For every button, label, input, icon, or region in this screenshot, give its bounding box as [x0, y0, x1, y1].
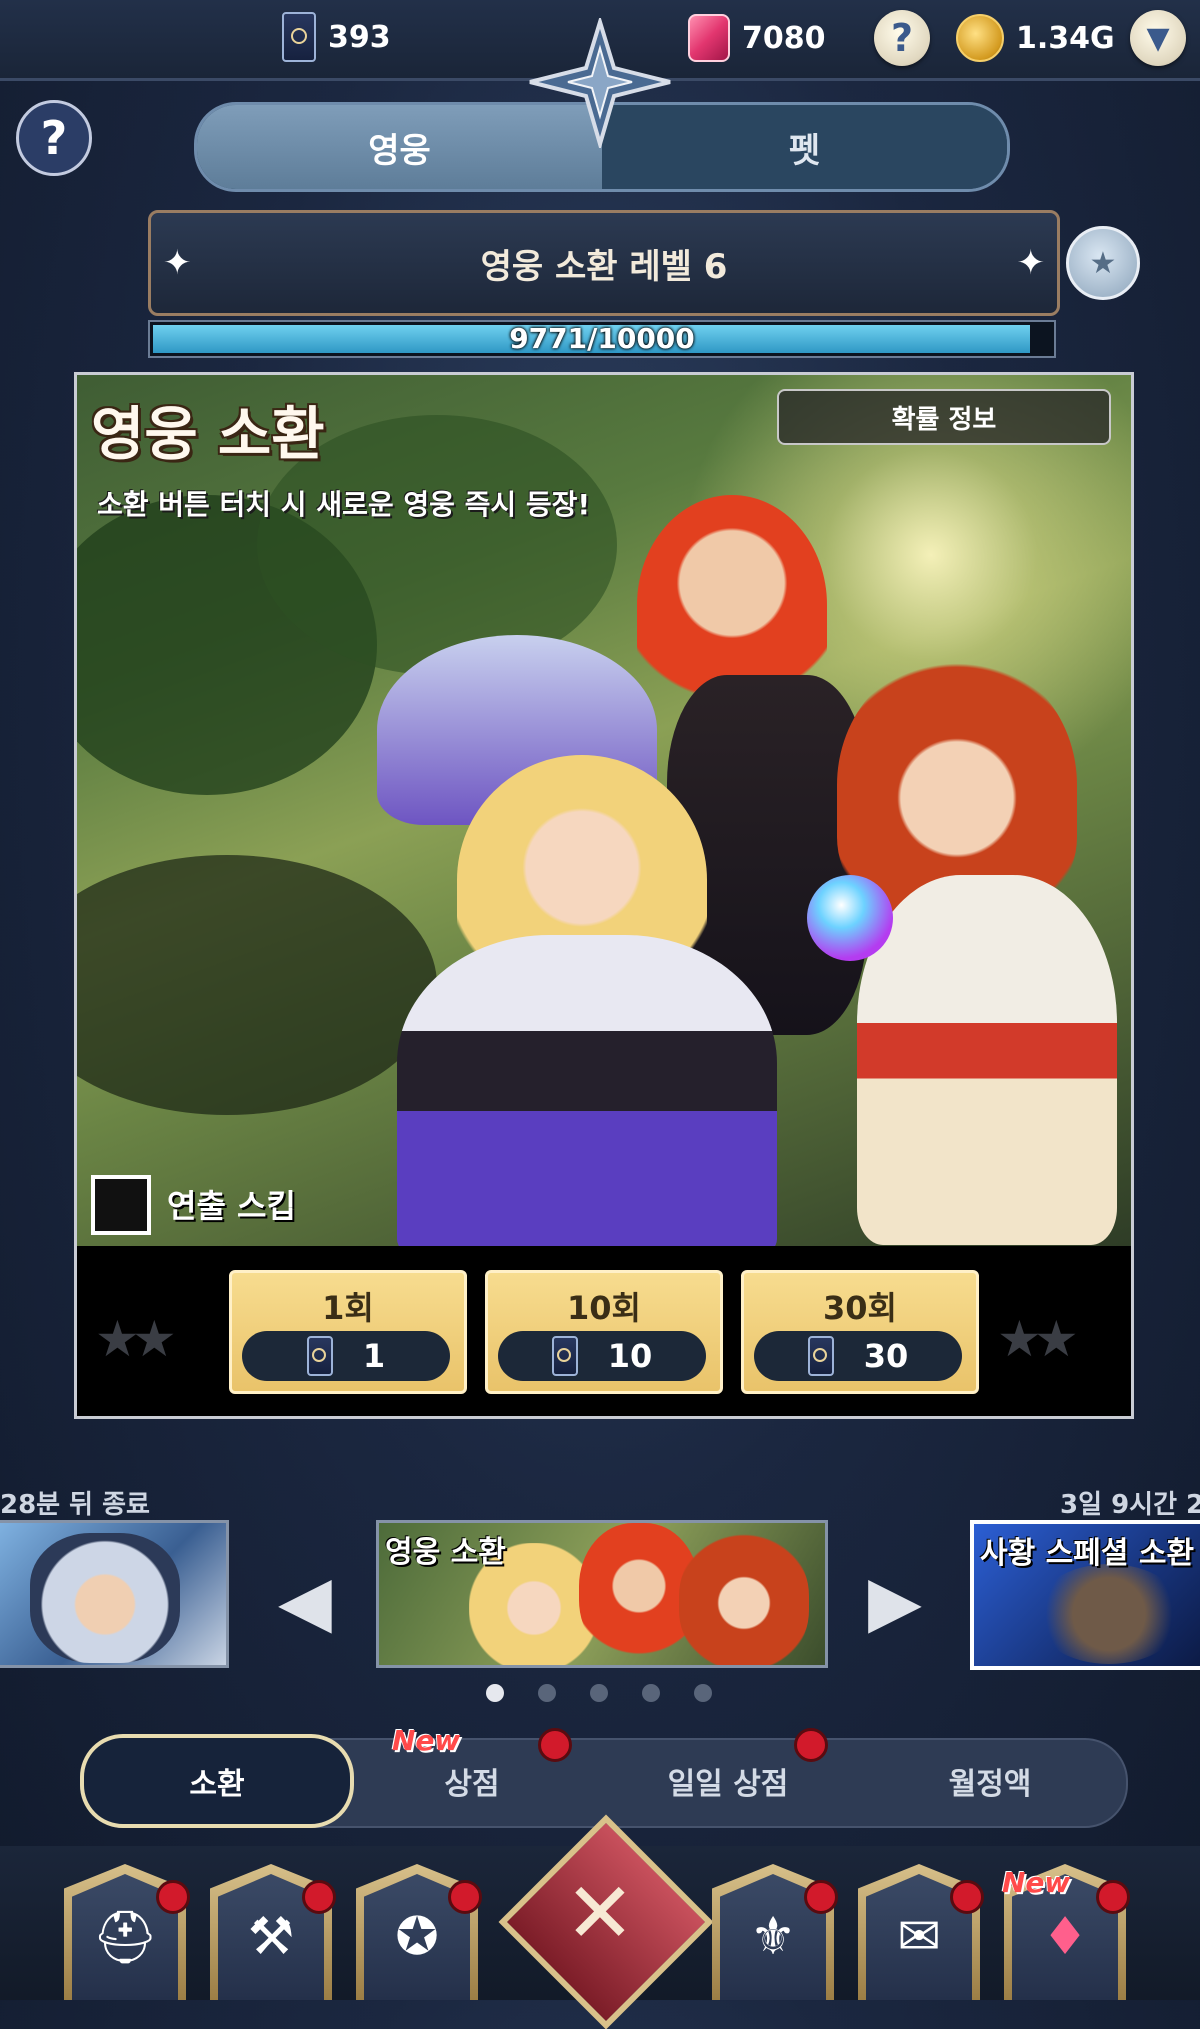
new-badge: New — [392, 1724, 461, 1757]
banner-thumb-center[interactable]: 영웅 소환 — [376, 1520, 828, 1668]
summon-level-title: 영웅 소환 레벨 6 — [480, 246, 728, 287]
nav-tab-monthly[interactable]: 월정액 — [858, 1738, 1122, 1824]
chevron-down-icon: ▼ — [1146, 20, 1170, 56]
question-icon: ? — [40, 111, 68, 165]
menu-dropdown-button[interactable]: ▼ — [1130, 10, 1186, 66]
progress-text: 9771/10000 — [509, 322, 695, 355]
notification-dot — [156, 1880, 190, 1914]
summon-ticket-icon — [306, 1336, 333, 1376]
red-dress — [857, 875, 1117, 1245]
star-bag-icon: ★ — [1089, 245, 1117, 281]
summon-ticket-counter: 393 — [282, 12, 391, 62]
left-banner-timer: 28분 뒤 종료 — [0, 1490, 150, 1520]
magic-orb — [807, 875, 893, 961]
carousel-dot[interactable] — [538, 1684, 556, 1702]
gold-counter: 1.34G — [956, 14, 1115, 62]
close-icon: ✕ — [564, 1864, 636, 1962]
right-banner-timer: 3일 9시간 2 — [1060, 1490, 1200, 1520]
summon-button-bar: ★★ 1회 1 10회 10 30회 30 ★★ — [74, 1246, 1134, 1419]
summon-count-label: 1회 — [322, 1289, 374, 1327]
carousel-dot[interactable] — [590, 1684, 608, 1702]
summon-ticket-count: 393 — [328, 19, 391, 55]
skip-animation-label: 연출 스킵 — [167, 1187, 296, 1225]
summon-ticket-icon — [807, 1336, 834, 1376]
notification-dot — [1096, 1880, 1130, 1914]
help-button-top[interactable]: ? — [874, 10, 930, 66]
summon-level-banner: ✦ 영웅 소환 레벨 6 ✦ — [148, 210, 1060, 316]
summon-30-button[interactable]: 30회 30 — [741, 1270, 979, 1394]
gold-coin-icon — [956, 14, 1004, 62]
summon-count-label: 10회 — [567, 1289, 641, 1327]
summon-cost: 10 — [498, 1331, 706, 1381]
summon-cost-value: 10 — [607, 1337, 653, 1375]
red-hair-girl-illustration — [679, 1533, 809, 1665]
sparkle-icon: ✦ — [1016, 243, 1046, 283]
banner-thumb-left[interactable] — [0, 1520, 229, 1668]
carousel-next-arrow[interactable]: ▶ — [868, 1560, 922, 1642]
notification-dot — [448, 1880, 482, 1914]
summon-cost-value: 1 — [362, 1337, 386, 1375]
tree-foliage — [77, 855, 437, 1115]
dragon-illustration — [1034, 1564, 1184, 1664]
summon-cost: 30 — [754, 1331, 962, 1381]
witch-dress — [397, 935, 777, 1249]
summon-cost: 1 — [242, 1331, 450, 1381]
star-decoration-icon: ★★ — [997, 1310, 1079, 1368]
armored-hero-illustration — [30, 1533, 180, 1663]
skip-animation-checkbox[interactable] — [91, 1175, 151, 1235]
gem-count: 7080 — [742, 20, 826, 56]
help-button[interactable]: ? — [16, 100, 92, 176]
summon-ticket-icon — [551, 1336, 578, 1376]
summon-cost-value: 30 — [863, 1337, 909, 1375]
notification-dot — [804, 1880, 838, 1914]
summon-level-progress-bar: 9771/10000 — [148, 320, 1056, 358]
probability-info-button[interactable]: 확률 정보 — [777, 389, 1111, 445]
banner-thumb-title: 사황 스페셜 소환 — [980, 1536, 1195, 1571]
notification-dot — [538, 1728, 572, 1762]
question-icon: ? — [890, 16, 914, 60]
new-badge: New — [1002, 1866, 1071, 1899]
notification-dot — [794, 1728, 828, 1762]
summon-ticket-icon — [282, 12, 316, 62]
summon-banner-panel: 영웅 소환 소환 버튼 터치 시 새로운 영웅 즉시 등장! 확률 정보 연출 … — [74, 372, 1134, 1252]
summon-count-label: 30회 — [823, 1289, 897, 1327]
nav-tab-summon[interactable]: 소환 — [80, 1734, 354, 1828]
carousel-dot[interactable] — [694, 1684, 712, 1702]
gold-count: 1.34G — [1016, 20, 1115, 56]
star-decoration-icon: ★★ — [95, 1310, 177, 1368]
gem-icon — [688, 14, 730, 62]
panel-subtitle: 소환 버튼 터치 시 새로운 영웅 즉시 등장! — [97, 488, 591, 521]
panel-title: 영웅 소환 — [91, 400, 325, 468]
banner-thumb-right[interactable]: 사황 스페셜 소환 — [970, 1520, 1200, 1670]
sparkle-icon: ✦ — [163, 243, 192, 283]
carousel-prev-arrow[interactable]: ◀ — [278, 1560, 332, 1642]
notification-dot — [302, 1880, 336, 1914]
summon-1-button[interactable]: 1회 1 — [229, 1270, 467, 1394]
notification-dot — [950, 1880, 984, 1914]
gem-counter: 7080 — [688, 14, 826, 62]
ornament-emblem-icon — [529, 18, 671, 148]
carousel-dot[interactable] — [486, 1684, 504, 1702]
summon-10-button[interactable]: 10회 10 — [485, 1270, 723, 1394]
banner-thumb-title: 영웅 소환 — [385, 1535, 506, 1570]
level-reward-bag-button[interactable]: ★ — [1066, 226, 1140, 300]
carousel-dot[interactable] — [642, 1684, 660, 1702]
